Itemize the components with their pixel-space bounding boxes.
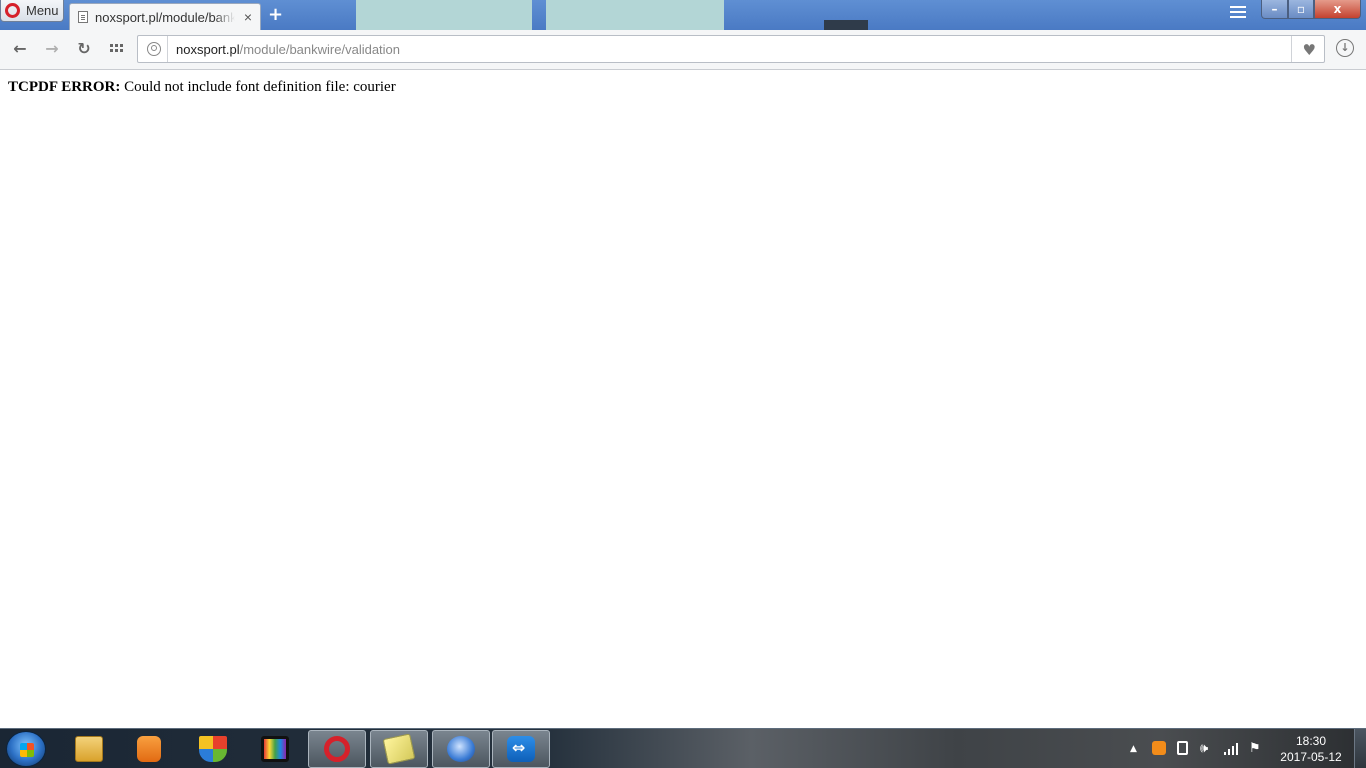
- volume-icon[interactable]: 🕪: [1200, 741, 1208, 756]
- speed-dial-icon[interactable]: [110, 44, 124, 54]
- url-path: /module/bankwire/validation: [239, 41, 401, 57]
- title-bar: Menu noxsport.pl/module/bankwire/validat…: [0, 0, 1366, 30]
- opera-icon: [324, 736, 350, 762]
- system-clock[interactable]: 18:30 2017-05-12: [1276, 733, 1346, 765]
- download-icon[interactable]: ↓: [1336, 39, 1354, 57]
- clock-time: 18:30: [1295, 734, 1327, 748]
- defender-icon: [199, 736, 227, 762]
- address-divider: [1291, 36, 1292, 62]
- film-icon: [261, 736, 289, 762]
- error-message: TCPDF ERROR: Could not include font defi…: [8, 79, 396, 96]
- taskbar-media-player[interactable]: [120, 730, 178, 768]
- taskbar-film[interactable]: [246, 730, 304, 768]
- forward-button[interactable]: →: [42, 39, 62, 59]
- show-desktop-button[interactable]: [1354, 729, 1366, 768]
- back-button[interactable]: ←: [10, 39, 30, 59]
- media-player-icon: [137, 736, 161, 762]
- tab-active[interactable]: noxsport.pl/module/bankwire/validation ×: [69, 3, 261, 30]
- browser-toolbar: ← → ↻ noxsport.pl /module/bankwire/valid…: [0, 30, 1366, 70]
- tray-expand-icon[interactable]: ▲: [1130, 744, 1137, 754]
- maximize-button[interactable]: ▫: [1288, 0, 1314, 19]
- taskbar-thunderbird[interactable]: [432, 730, 490, 768]
- background-shape: [824, 20, 868, 30]
- site-info-icon[interactable]: [147, 42, 161, 56]
- new-tab-button[interactable]: +: [268, 4, 283, 25]
- taskbar-explorer[interactable]: [60, 730, 118, 768]
- tab-menu-icon[interactable]: [1230, 6, 1246, 20]
- taskbar-sticky-notes[interactable]: [370, 730, 428, 768]
- page-icon: [78, 11, 88, 23]
- taskbar-defender[interactable]: [184, 730, 242, 768]
- power-plug-icon[interactable]: [1177, 741, 1188, 755]
- opera-logo-icon: [5, 3, 20, 18]
- thunderbird-icon: [447, 736, 475, 762]
- background-thumbnail: [546, 0, 724, 30]
- page-content: TCPDF ERROR: Could not include font defi…: [0, 71, 1366, 728]
- network-signal-icon[interactable]: [1224, 743, 1240, 755]
- action-center-flag-icon[interactable]: ⚑: [1249, 741, 1261, 756]
- address-bar[interactable]: noxsport.pl /module/bankwire/validation …: [137, 35, 1325, 63]
- start-button[interactable]: [6, 731, 46, 767]
- menu-label: Menu: [26, 3, 59, 18]
- close-tab-icon[interactable]: ×: [244, 9, 252, 25]
- taskbar-teamviewer[interactable]: [492, 730, 550, 768]
- explorer-icon: [75, 736, 103, 762]
- url-host: noxsport.pl: [176, 41, 240, 57]
- error-label: TCPDF ERROR:: [8, 79, 121, 95]
- opera-menu-button[interactable]: Menu: [0, 0, 64, 22]
- tab-title: noxsport.pl/module/bankwire/validation: [95, 9, 235, 25]
- clock-date: 2017-05-12: [1280, 750, 1342, 764]
- close-window-button[interactable]: x: [1314, 0, 1361, 19]
- avast-icon[interactable]: [1152, 741, 1166, 755]
- minimize-button[interactable]: –: [1261, 0, 1288, 19]
- background-thumbnail: [356, 0, 532, 30]
- teamviewer-icon: [507, 736, 535, 762]
- reload-button[interactable]: ↻: [74, 39, 94, 59]
- bookmark-heart-icon[interactable]: ♥: [1303, 41, 1316, 59]
- sticky-notes-icon: [382, 733, 416, 765]
- address-divider: [167, 36, 168, 62]
- taskbar: ▲ 🕪 ⚑ 18:30 2017-05-12: [0, 728, 1366, 768]
- taskbar-opera[interactable]: [308, 730, 366, 768]
- error-text: Could not include font definition file: …: [120, 79, 396, 95]
